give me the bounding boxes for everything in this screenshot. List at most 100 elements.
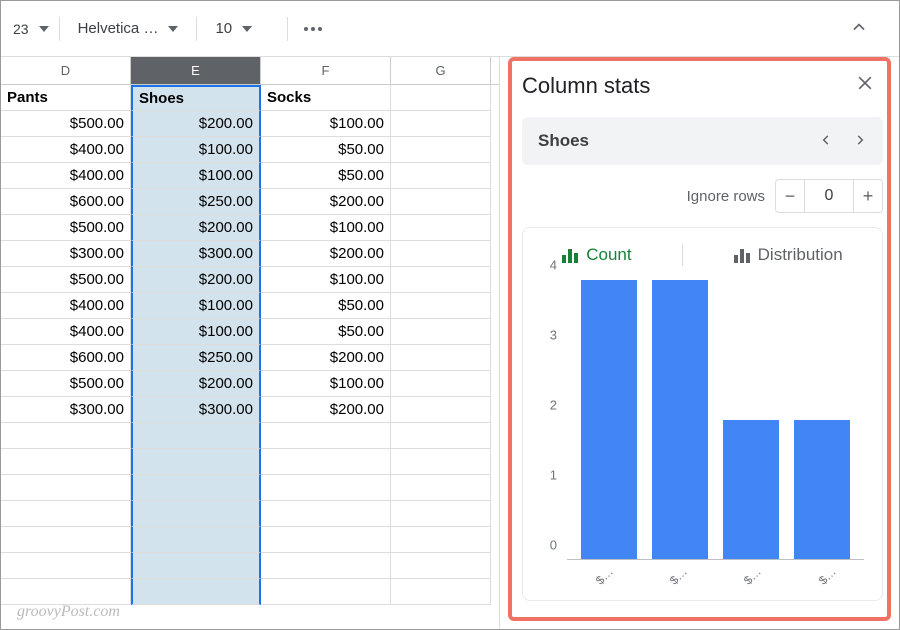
cell[interactable] <box>261 553 391 579</box>
cell[interactable] <box>131 475 261 501</box>
cell[interactable] <box>391 111 491 137</box>
cell[interactable] <box>131 553 261 579</box>
cell[interactable]: $300.00 <box>1 397 131 423</box>
cell[interactable]: $600.00 <box>1 345 131 371</box>
cell[interactable] <box>1 449 131 475</box>
cell[interactable] <box>261 449 391 475</box>
cell[interactable] <box>131 527 261 553</box>
cell[interactable]: $200.00 <box>261 241 391 267</box>
header-cell[interactable]: Shoes <box>131 85 261 111</box>
ignore-rows-increment[interactable]: + <box>853 179 883 213</box>
header-cell[interactable] <box>391 85 491 111</box>
cell[interactable] <box>391 137 491 163</box>
header-cell[interactable]: Socks <box>261 85 391 111</box>
cell[interactable]: $200.00 <box>261 345 391 371</box>
font-size-picker[interactable]: 10 <box>207 16 277 41</box>
cell[interactable]: $100.00 <box>131 293 261 319</box>
cell[interactable]: $400.00 <box>1 319 131 345</box>
cell[interactable]: $50.00 <box>261 163 391 189</box>
cell[interactable]: $50.00 <box>261 293 391 319</box>
cell[interactable]: $250.00 <box>131 189 261 215</box>
previous-column-button[interactable] <box>819 133 833 150</box>
chart-bar[interactable] <box>794 420 850 560</box>
cell[interactable] <box>131 423 261 449</box>
next-column-button[interactable] <box>853 133 867 150</box>
cell[interactable] <box>391 475 491 501</box>
more-menu-button[interactable] <box>298 21 328 37</box>
chart-bar[interactable] <box>723 420 779 560</box>
cell[interactable]: $200.00 <box>261 189 391 215</box>
cell[interactable] <box>391 527 491 553</box>
cell[interactable] <box>391 553 491 579</box>
tab-distribution[interactable]: Distribution <box>734 245 843 265</box>
cell[interactable] <box>391 215 491 241</box>
cell[interactable] <box>131 449 261 475</box>
cell[interactable]: $200.00 <box>131 111 261 137</box>
cell[interactable] <box>261 423 391 449</box>
cell[interactable]: $50.00 <box>261 319 391 345</box>
chart-bar[interactable] <box>581 280 637 559</box>
chart-bar[interactable] <box>652 280 708 559</box>
spreadsheet-grid[interactable]: DEFG PantsShoesSocks$500.00$200.00$100.0… <box>1 57 499 629</box>
column-header[interactable]: G <box>391 57 491 84</box>
cell[interactable]: $200.00 <box>131 267 261 293</box>
cell[interactable] <box>261 475 391 501</box>
cell[interactable] <box>391 267 491 293</box>
cell[interactable]: $500.00 <box>1 267 131 293</box>
close-button[interactable] <box>855 73 875 96</box>
cell[interactable] <box>391 449 491 475</box>
cell[interactable] <box>391 345 491 371</box>
cell[interactable]: $100.00 <box>131 163 261 189</box>
cell[interactable]: $500.00 <box>1 371 131 397</box>
cell[interactable] <box>131 579 261 605</box>
cell[interactable] <box>1 423 131 449</box>
cell[interactable] <box>391 397 491 423</box>
cell[interactable]: $100.00 <box>131 137 261 163</box>
font-picker[interactable]: Helvetica … <box>70 16 187 41</box>
header-cell[interactable]: Pants <box>1 85 131 111</box>
cell[interactable] <box>1 579 131 605</box>
cell[interactable]: $600.00 <box>1 189 131 215</box>
cell[interactable]: $100.00 <box>261 111 391 137</box>
cell[interactable]: $100.00 <box>131 319 261 345</box>
cell[interactable]: $300.00 <box>1 241 131 267</box>
cell[interactable]: $50.00 <box>261 137 391 163</box>
tab-count[interactable]: Count <box>562 245 631 265</box>
ignore-rows-decrement[interactable]: − <box>775 179 805 213</box>
cell[interactable]: $200.00 <box>131 371 261 397</box>
cell[interactable]: $400.00 <box>1 163 131 189</box>
cell[interactable] <box>261 501 391 527</box>
cell[interactable] <box>1 475 131 501</box>
cell[interactable]: $250.00 <box>131 345 261 371</box>
cell[interactable] <box>1 527 131 553</box>
cell[interactable] <box>261 579 391 605</box>
cell[interactable]: $300.00 <box>131 397 261 423</box>
cell[interactable] <box>261 527 391 553</box>
cell[interactable] <box>1 501 131 527</box>
ignore-rows-input[interactable] <box>805 179 853 213</box>
cell[interactable] <box>391 189 491 215</box>
cell[interactable] <box>391 293 491 319</box>
cell[interactable] <box>1 553 131 579</box>
column-header[interactable]: E <box>131 57 261 84</box>
column-header[interactable]: F <box>261 57 391 84</box>
cell[interactable]: $500.00 <box>1 215 131 241</box>
cell[interactable] <box>391 163 491 189</box>
cell[interactable]: $200.00 <box>261 397 391 423</box>
collapse-toolbar-button[interactable] <box>849 17 869 40</box>
cell[interactable]: $100.00 <box>261 267 391 293</box>
cell[interactable]: $400.00 <box>1 137 131 163</box>
cell[interactable]: $100.00 <box>261 371 391 397</box>
cell[interactable] <box>391 423 491 449</box>
cell[interactable]: $200.00 <box>131 215 261 241</box>
cell[interactable]: $300.00 <box>131 241 261 267</box>
cell[interactable] <box>391 241 491 267</box>
cell[interactable] <box>391 579 491 605</box>
cell[interactable] <box>391 501 491 527</box>
cell[interactable] <box>391 319 491 345</box>
cell[interactable]: $500.00 <box>1 111 131 137</box>
cell[interactable] <box>391 371 491 397</box>
column-header[interactable]: D <box>1 57 131 84</box>
cell[interactable]: $400.00 <box>1 293 131 319</box>
cell[interactable] <box>131 501 261 527</box>
